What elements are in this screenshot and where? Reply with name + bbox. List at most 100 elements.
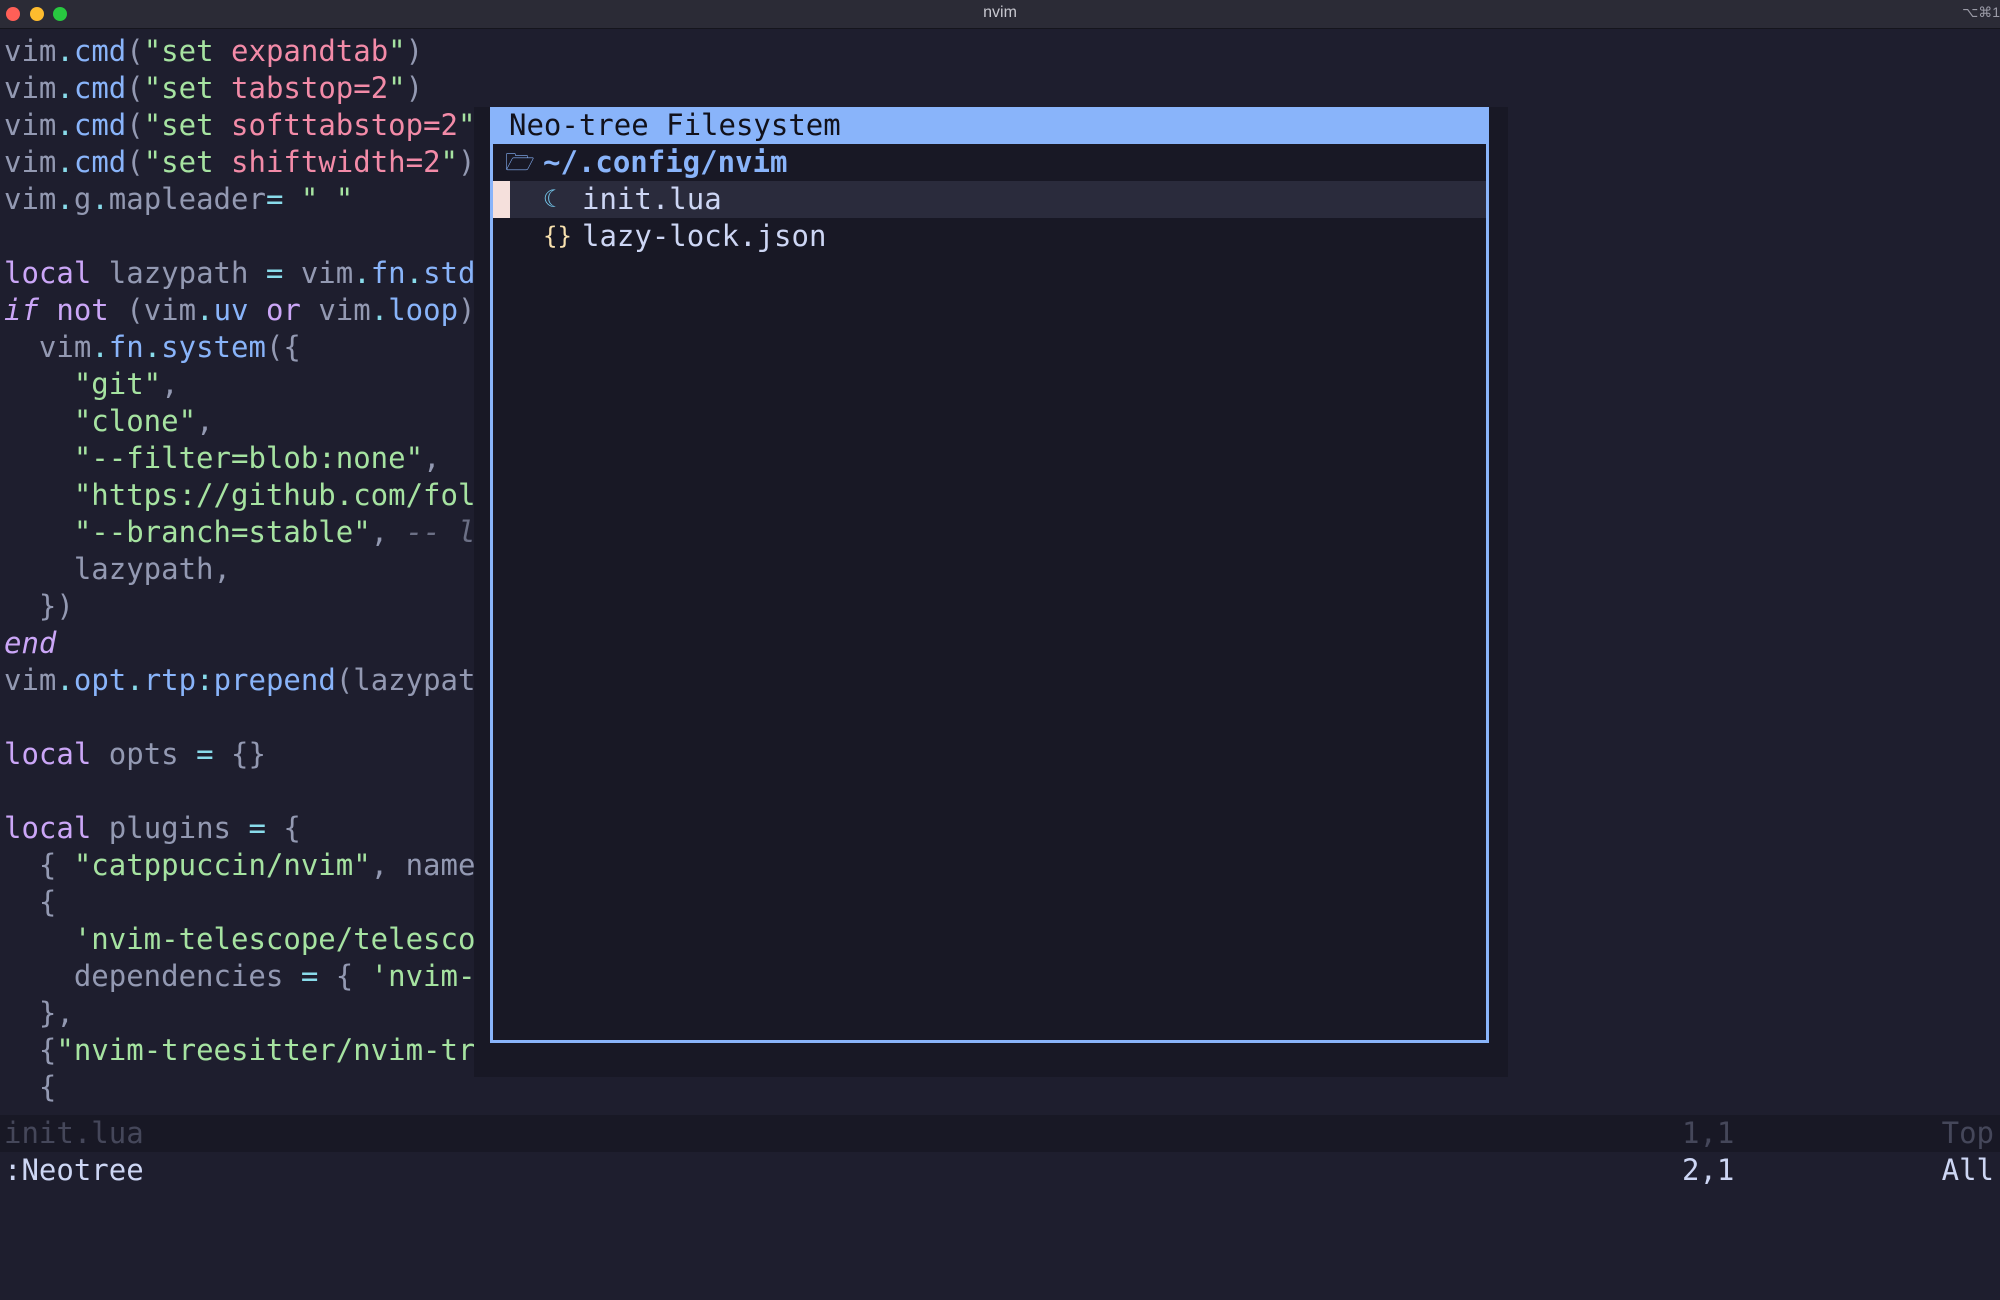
window-titlebar: nvim ⌥⌘1	[0, 0, 2000, 29]
code-token: vim	[283, 256, 354, 290]
code-token: vim	[4, 330, 92, 364]
code-token: =	[265, 182, 284, 216]
code-token: =	[265, 256, 284, 290]
tree-item-lazy-lock-json[interactable]: {} lazy-lock.json	[493, 218, 1486, 255]
code-token: opts	[91, 737, 197, 771]
code-token: .	[56, 108, 74, 142]
tree-item-label: init.lua	[582, 182, 722, 216]
code-token: local	[4, 737, 92, 771]
code-token: .	[126, 663, 144, 697]
code-token: "	[388, 71, 406, 105]
code-token: local	[4, 256, 92, 290]
code-token: opt	[73, 663, 127, 697]
code-token: .	[56, 71, 74, 105]
code-token: {	[4, 1070, 57, 1104]
code-line: vim.cmd("set shiftwidth=2")	[4, 144, 475, 181]
code-token: lazypath	[91, 256, 266, 290]
code-line: vim.fn.system({	[4, 329, 301, 366]
code-token: rtp	[143, 663, 197, 697]
code-line: 'nvim-telescope/telesco	[4, 921, 476, 958]
code-token: " "	[300, 182, 354, 216]
code-token: (vim	[108, 293, 197, 327]
code-token: lazypath,	[4, 552, 231, 586]
code-token: )	[405, 71, 424, 105]
code-line: local opts = {}	[4, 736, 266, 773]
code-line: })	[4, 588, 74, 625]
code-token: softtabstop=2	[231, 108, 459, 142]
code-token: .	[56, 34, 74, 68]
code-token: "	[388, 34, 406, 68]
code-line: vim.g.mapleader= " "	[4, 181, 353, 218]
code-token: 'nvim-	[370, 959, 476, 993]
neotree-title: Neo-tree Filesystem	[493, 107, 1486, 144]
code-token: "git"	[73, 367, 162, 401]
code-token: vim	[4, 145, 57, 179]
command-line[interactable]: :Neotree 2,1 All	[0, 1152, 2000, 1187]
code-line: },	[4, 995, 74, 1032]
code-line: vim.cmd("set softtabstop=2"	[4, 107, 475, 144]
code-token: vim	[300, 293, 371, 327]
code-token: or	[265, 293, 301, 327]
code-token: .	[56, 663, 74, 697]
code-token: "	[458, 108, 476, 142]
code-token: {	[4, 848, 74, 882]
code-token: "--filter=blob:none"	[73, 441, 424, 475]
code-token: .	[143, 330, 162, 364]
tree-item-label: lazy-lock.json	[582, 219, 827, 253]
code-token: .	[56, 182, 74, 216]
code-token: fn	[108, 330, 144, 364]
code-line: "--branch=stable", -- l	[4, 514, 476, 551]
code-token: ({	[265, 330, 301, 364]
code-token: .	[196, 293, 214, 327]
code-token: {	[318, 959, 371, 993]
code-line: {"nvim-treesitter/nvim-tr	[4, 1032, 476, 1069]
code-token: vim	[4, 71, 57, 105]
code-token: g	[73, 182, 92, 216]
code-token: loop	[388, 293, 459, 327]
code-token: =	[300, 959, 319, 993]
statusline-scroll: Top	[1941, 1116, 1994, 1150]
code-line: vim.opt.rtp:prepend(lazypat	[4, 662, 475, 699]
code-token: dependencies	[4, 959, 301, 993]
tree-root-row[interactable]: 🗁 ~/.config/nvim	[493, 144, 1486, 181]
code-token: vim	[4, 663, 57, 697]
code-token: (	[126, 108, 144, 142]
code-line: "git",	[4, 366, 179, 403]
code-token: "set	[143, 108, 232, 142]
code-token: {}	[213, 737, 266, 771]
code-line: end	[4, 625, 56, 662]
neotree-float-window[interactable]: Neo-tree Filesystem 🗁 ~/.config/nvim ☾ i…	[490, 107, 1489, 1043]
code-token: prepend	[213, 663, 336, 697]
code-token: vim	[4, 182, 57, 216]
code-token: )	[458, 293, 476, 327]
code-token: local	[4, 811, 92, 845]
code-line: local lazypath = vim.fn.std	[4, 255, 475, 292]
code-token: "set	[143, 34, 232, 68]
code-token: })	[4, 589, 74, 623]
code-token: -- l	[405, 515, 476, 549]
code-token: shiftwidth=2	[231, 145, 441, 179]
code-token: not	[56, 293, 109, 327]
json-file-icon: {}	[543, 222, 572, 250]
code-token: },	[4, 996, 74, 1030]
code-token: .	[353, 256, 371, 290]
code-token: "--branch=stable"	[73, 515, 371, 549]
code-token: )	[405, 34, 424, 68]
code-token: )	[458, 145, 476, 179]
code-line: "clone",	[4, 403, 214, 440]
code-token: .	[91, 182, 109, 216]
code-token: , name	[370, 848, 476, 882]
tree-item-init-lua[interactable]: ☾ init.lua	[493, 181, 1486, 218]
code-token: {	[4, 1033, 57, 1067]
cursor-block	[493, 181, 510, 218]
code-token: "catppuccin/nvim"	[73, 848, 371, 882]
code-line: "https://github.com/fol	[4, 477, 476, 514]
code-line: if not (vim.uv or vim.loop)	[4, 292, 476, 329]
code-token: system	[161, 330, 266, 364]
code-line: lazypath,	[4, 551, 231, 588]
code-line: "--filter=blob:none",	[4, 440, 441, 477]
code-token: fn	[370, 256, 406, 290]
